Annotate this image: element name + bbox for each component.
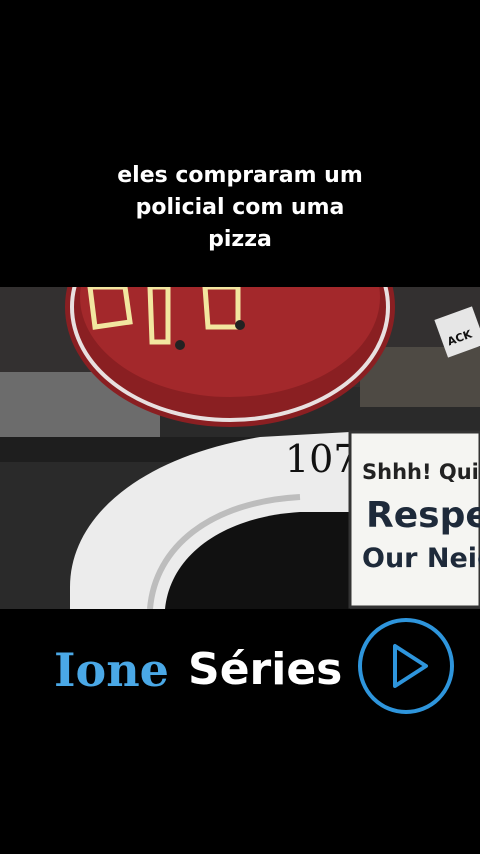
brand-word-series: Séries <box>188 644 343 695</box>
video-frame: ACK 107 Shhh! Quiet P Respe Our Neighb <box>0 287 480 609</box>
caption-line: pizza <box>208 227 272 252</box>
brand-word-ione: Ione <box>54 643 169 697</box>
caption-line: eles compraram um <box>117 163 363 188</box>
sign-line-3: Our Neighb <box>362 543 480 574</box>
sign-line-2: Respe <box>366 495 480 536</box>
caption-line: policial com uma <box>135 195 345 220</box>
house-number: 107 <box>285 437 358 481</box>
video-scene: ACK 107 Shhh! Quiet P Respe Our Neighb <box>0 287 480 609</box>
sign-line-1: Shhh! Quiet P <box>362 460 480 484</box>
play-icon <box>393 644 428 688</box>
video-caption: eles compraram um policial com uma pizza <box>0 160 480 256</box>
channel-brand: Ione Séries <box>0 612 480 724</box>
play-button[interactable] <box>358 618 454 714</box>
